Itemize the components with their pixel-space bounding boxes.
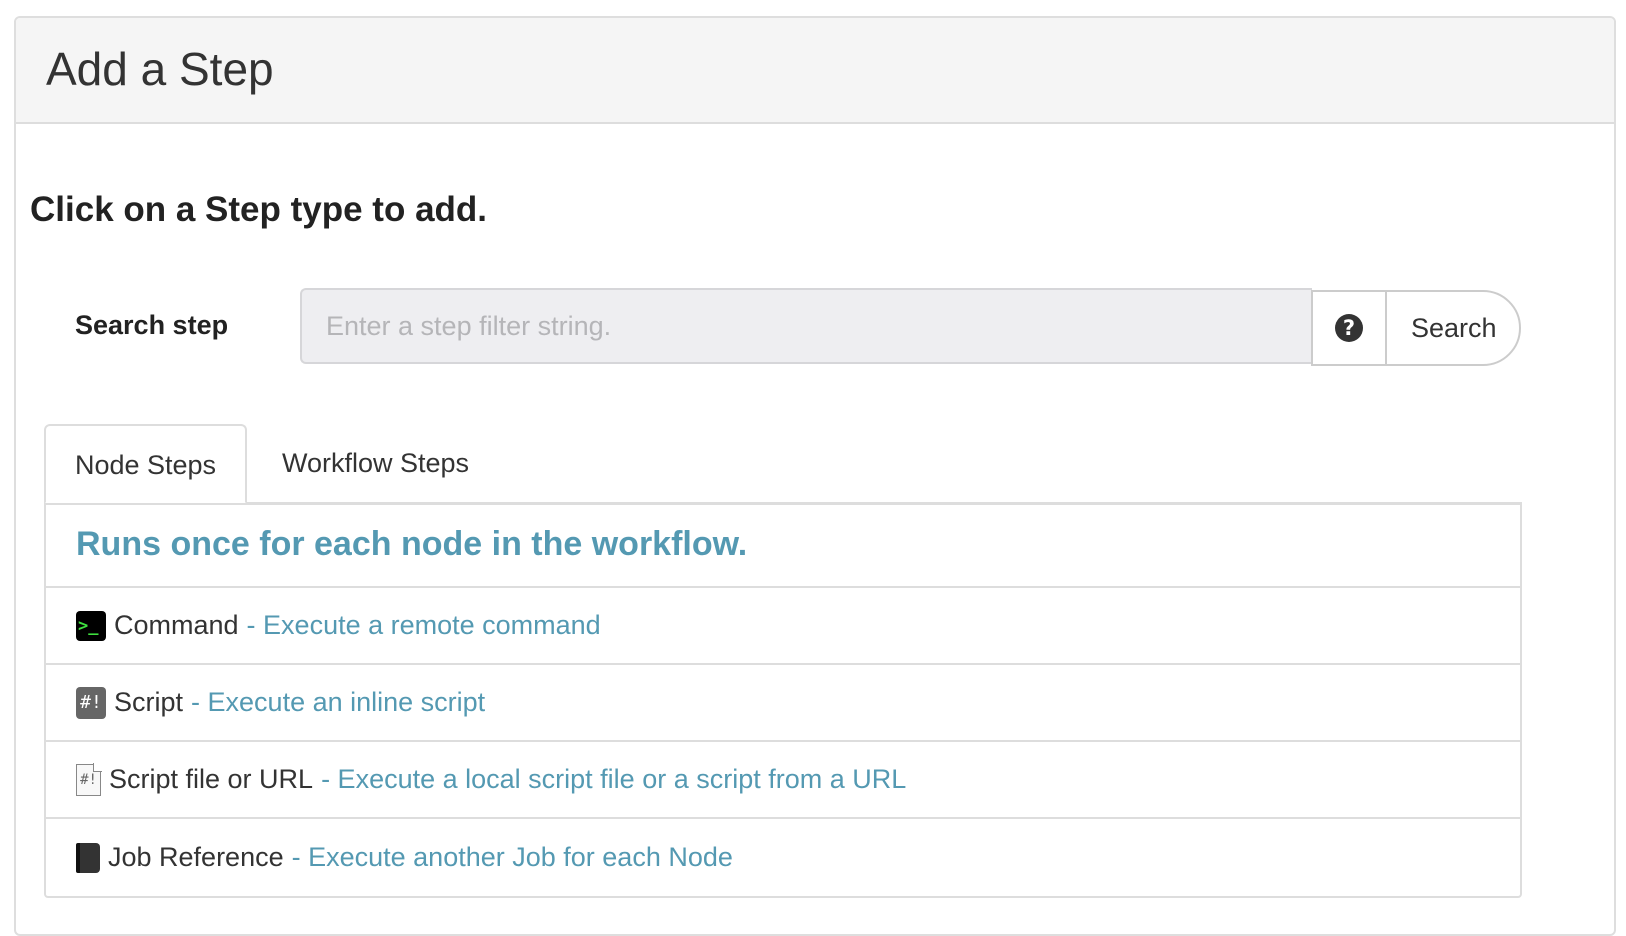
search-input[interactable] bbox=[300, 288, 1312, 364]
step-name: Job Reference bbox=[108, 842, 284, 872]
tab-workflow-steps[interactable]: Workflow Steps bbox=[282, 424, 482, 504]
step-description[interactable]: - Execute a local script file or a scrip… bbox=[321, 764, 906, 795]
terminal-icon: >_ bbox=[76, 610, 106, 641]
script-file-icon: #! bbox=[76, 762, 102, 796]
script-icon: #! bbox=[76, 686, 106, 719]
step-name: Command bbox=[114, 610, 239, 640]
tab-node-steps[interactable]: Node Steps bbox=[44, 424, 247, 504]
step-name: Script file or URL bbox=[109, 764, 314, 794]
step-list: Runs once for each node in the workflow.… bbox=[44, 503, 1522, 898]
search-step-label: Search step bbox=[75, 310, 229, 340]
help-button[interactable]: ? bbox=[1311, 290, 1387, 366]
step-item-script-file[interactable]: #! Script file or URL - Execute a local … bbox=[46, 742, 1520, 819]
step-item-job-reference[interactable]: Job Reference - Execute another Job for … bbox=[46, 819, 1520, 896]
instruction-text: Click on a Step type to add. bbox=[30, 190, 488, 229]
panel-header: Add a Step bbox=[16, 18, 1614, 124]
step-item-command[interactable]: >_ Command - Execute a remote command bbox=[46, 588, 1520, 665]
step-type-tabs: Node Steps Workflow Steps bbox=[44, 424, 1522, 504]
step-description[interactable]: - Execute another Job for each Node bbox=[292, 842, 733, 873]
step-item-script[interactable]: #! Script - Execute an inline script bbox=[46, 665, 1520, 742]
step-name: Script bbox=[114, 687, 184, 717]
book-icon bbox=[76, 842, 100, 873]
question-circle-icon: ? bbox=[1335, 314, 1363, 342]
search-button[interactable]: Search bbox=[1385, 290, 1521, 366]
step-description[interactable]: - Execute an inline script bbox=[191, 687, 485, 718]
step-description[interactable]: - Execute a remote command bbox=[247, 610, 601, 641]
step-list-heading: Runs once for each node in the workflow. bbox=[46, 505, 1520, 588]
panel-title: Add a Step bbox=[46, 43, 274, 95]
